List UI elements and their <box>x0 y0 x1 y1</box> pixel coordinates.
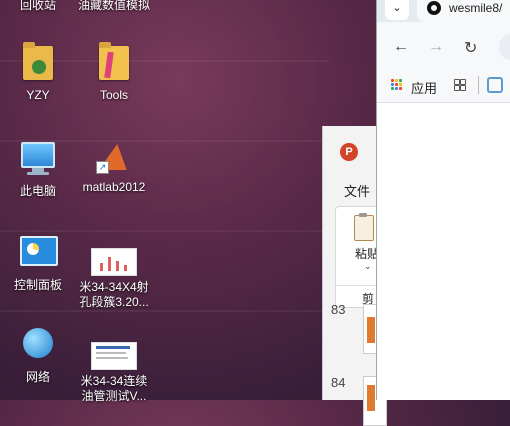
powerpoint-window[interactable]: P 文件 粘贴 ⌄ 剪 83 84 <box>322 126 387 426</box>
user-folder-icon <box>20 42 56 82</box>
desktop-icon-matlab[interactable]: ↗ matlab2012 <box>76 138 152 195</box>
bookmark-folder-icon[interactable] <box>487 77 503 93</box>
network-icon <box>20 328 56 364</box>
slide-number: 83 <box>331 302 346 317</box>
recycle-bin-label: 回收站 <box>19 0 56 12</box>
doc-coiled-tubing-label-line2: 油管测试V... <box>81 389 147 403</box>
this-pc-label: 此电脑 <box>19 184 56 198</box>
doc-perforation-label-line2: 孔段簇3.20... <box>79 295 149 309</box>
apps-grid-icon[interactable] <box>391 79 403 91</box>
tab-strip: ⌄ wesmile8/ <box>377 0 510 22</box>
desktop-icon-this-pc[interactable]: 此电脑 <box>0 138 76 199</box>
address-bar[interactable] <box>499 34 510 60</box>
forward-button[interactable]: → <box>428 38 444 56</box>
desktop-icon-yzy[interactable]: YZY <box>0 42 76 103</box>
desktop-icon-network[interactable]: 网络 <box>0 326 76 385</box>
browser-toolbar: ← → ↻ <box>377 22 510 68</box>
desktop-icon-recycle-bin[interactable]: 回收站 <box>0 0 76 13</box>
document-thumbnail-icon <box>91 248 137 276</box>
powerpoint-logo-icon: P <box>340 143 358 161</box>
shortcut-arrow-icon: ↗ <box>96 161 109 174</box>
doc-perforation-label-line1: 米34-34X4射 <box>79 280 149 294</box>
tools-label: Tools <box>99 88 128 102</box>
back-button[interactable]: ← <box>393 38 409 56</box>
network-label: 网络 <box>25 370 50 384</box>
tab-search-dropdown[interactable]: ⌄ <box>385 0 409 20</box>
tab-github[interactable]: wesmile8/ <box>417 0 510 22</box>
bookmarks-divider <box>478 76 479 94</box>
desktop-icon-doc-coiled-tubing[interactable]: 米34-34连续 油管测试V... <box>76 336 152 404</box>
reload-button[interactable]: ↻ <box>464 38 477 58</box>
reservoir-sim-label: 油藏数值模拟 <box>77 0 150 12</box>
matlab-label: matlab2012 <box>82 180 146 194</box>
chevron-down-icon[interactable]: ⌄ <box>364 261 372 272</box>
matlab-icon: ↗ <box>96 138 132 174</box>
control-panel-icon <box>20 236 58 272</box>
menu-file[interactable]: 文件 <box>344 181 370 200</box>
document-thumbnail-icon <box>91 342 137 370</box>
slide-number: 84 <box>331 375 346 390</box>
computer-icon <box>20 142 56 178</box>
tab-groups-icon[interactable] <box>454 79 466 91</box>
tab-title: wesmile8/ <box>449 1 503 15</box>
desktop-icon-control-panel[interactable]: 控制面板 <box>0 232 76 293</box>
desktop-icon-tools[interactable]: Tools <box>76 42 152 103</box>
bookmarks-bar: 应用 <box>377 68 510 103</box>
clipboard-icon <box>354 213 374 241</box>
doc-coiled-tubing-label-line1: 米34-34连续 <box>80 374 148 388</box>
yzy-label: YZY <box>26 88 50 102</box>
desktop-icon-reservoir-sim[interactable]: 油藏数值模拟 <box>76 0 152 13</box>
control-panel-label: 控制面板 <box>13 278 62 292</box>
desktop-icon-doc-perforation[interactable]: 米34-34X4射 孔段簇3.20... <box>76 242 152 310</box>
page-content <box>377 103 510 400</box>
bookmark-apps-label[interactable]: 应用 <box>411 78 437 97</box>
github-icon <box>427 1 441 15</box>
browser-window[interactable]: ⌄ wesmile8/ ← → ↻ 应用 <box>376 0 510 400</box>
tools-folder-icon <box>96 42 132 82</box>
